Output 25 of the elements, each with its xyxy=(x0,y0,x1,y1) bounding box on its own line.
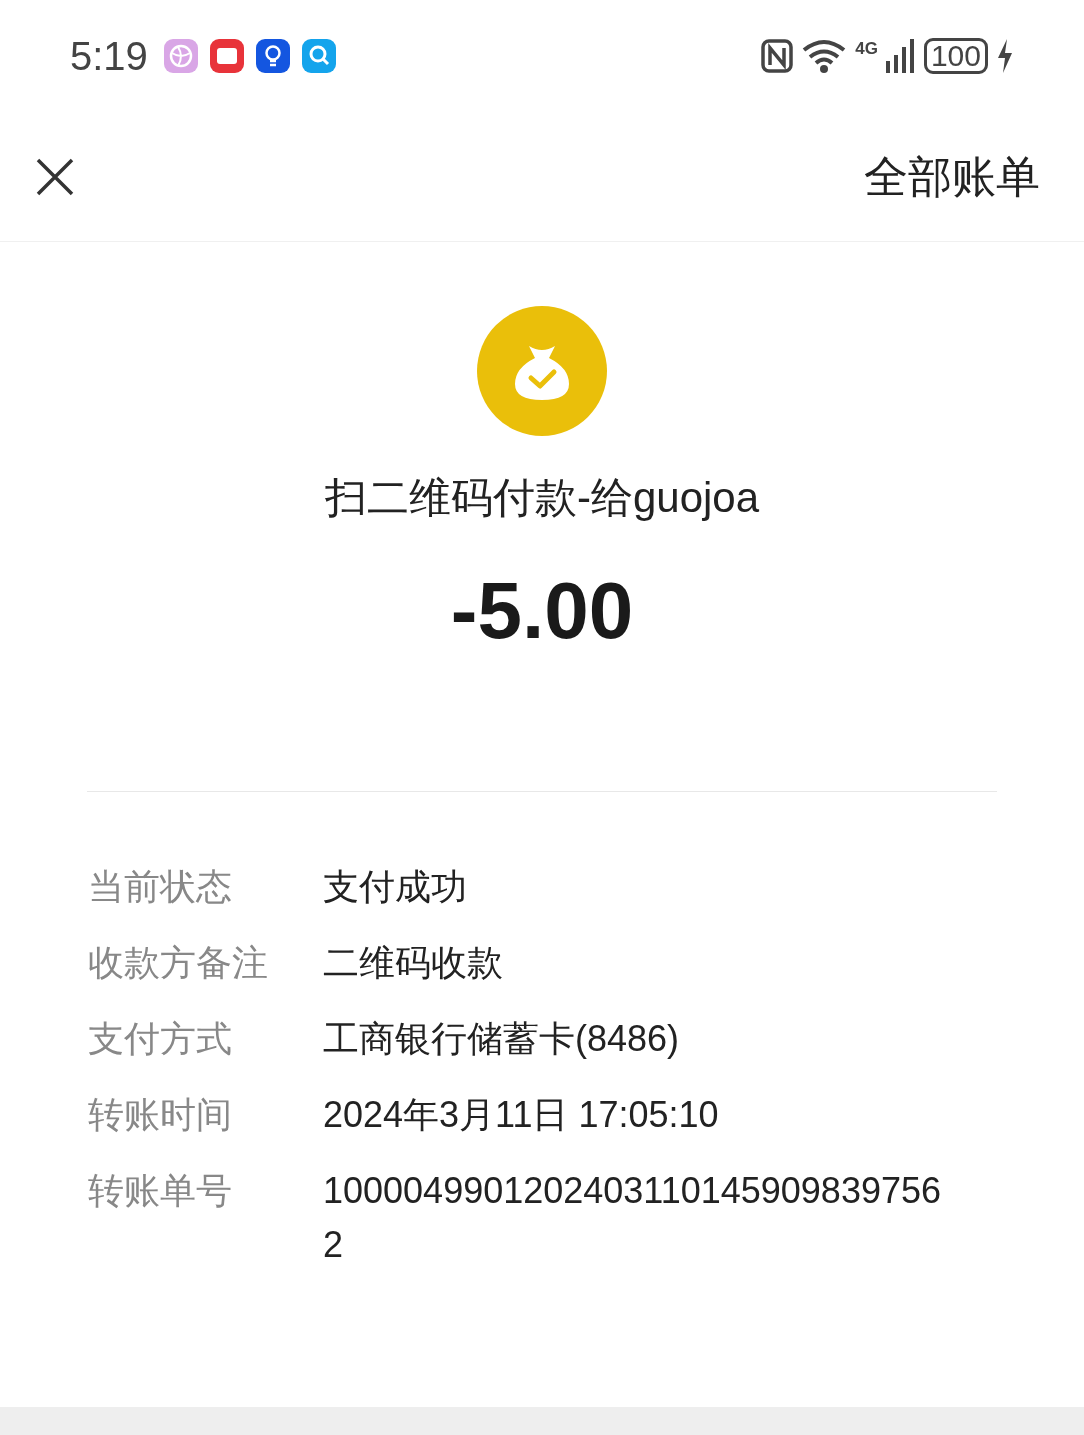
money-bag-check-icon xyxy=(477,306,607,436)
status-time: 5:19 xyxy=(70,33,148,80)
payment-title: 扫二维码付款-给guojoa xyxy=(324,473,760,523)
lightbulb-app-icon xyxy=(255,39,290,73)
charging-icon xyxy=(996,39,1014,73)
payment-amount: -5.00 xyxy=(450,571,634,651)
detail-label: 转账单号 xyxy=(88,1169,233,1213)
globe-app-icon xyxy=(163,39,198,73)
detail-label: 转账时间 xyxy=(88,1093,233,1137)
search-app-icon xyxy=(301,39,336,73)
detail-value: 10000499012024031101459098397562 xyxy=(323,1169,942,1267)
detail-value: 工商银行储蓄卡(8486) xyxy=(323,1017,681,1061)
detail-value: 二维码收款 xyxy=(323,941,504,985)
nfc-icon xyxy=(761,39,794,73)
detail-value: 支付成功 xyxy=(323,865,468,909)
detail-value: 2024年3月11日 17:05:10 xyxy=(323,1093,720,1137)
wifi-icon xyxy=(801,38,848,74)
signal-icon xyxy=(885,39,916,73)
all-bills-link[interactable]: 全部账单 xyxy=(864,143,1050,210)
detail-label: 支付方式 xyxy=(88,1017,233,1061)
detail-label: 收款方备注 xyxy=(88,941,269,985)
network-type: 4G xyxy=(855,40,878,57)
detail-label: 当前状态 xyxy=(88,865,233,909)
battery-indicator: 100 xyxy=(923,38,988,74)
book-app-icon xyxy=(209,39,244,73)
